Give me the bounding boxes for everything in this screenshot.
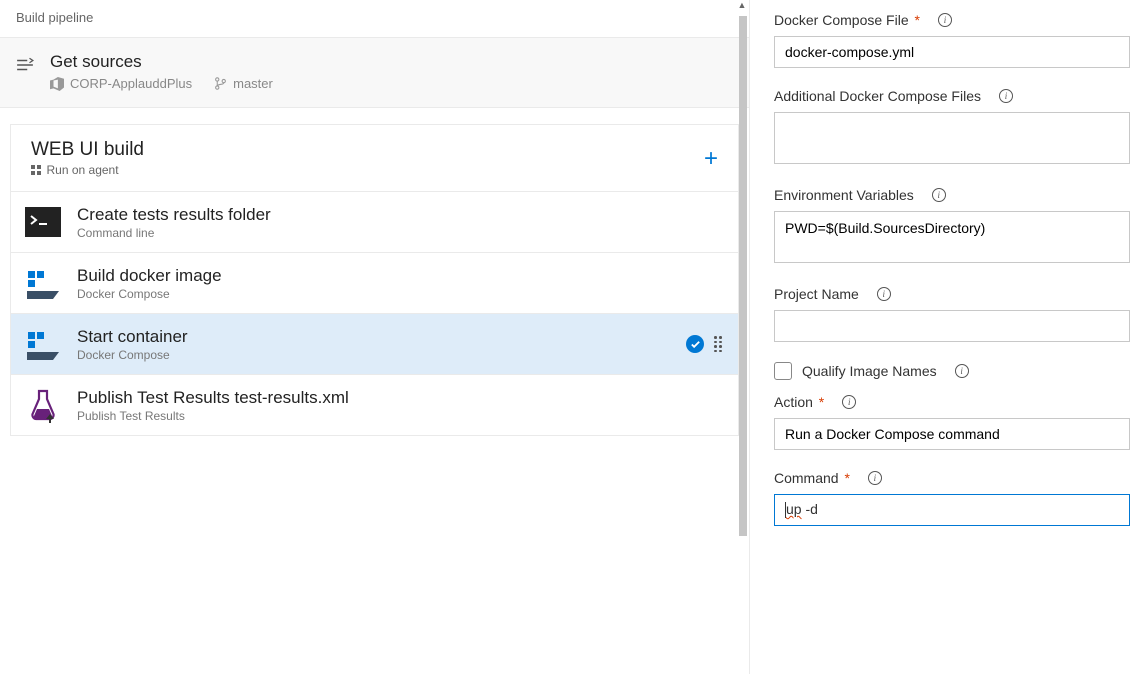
task-sub: Docker Compose — [77, 287, 724, 301]
task-start-container[interactable]: Start container Docker Compose — [11, 314, 738, 375]
add-task-button[interactable]: + — [704, 139, 718, 173]
task-sub: Command line — [77, 226, 724, 240]
scroll-thumb[interactable] — [739, 16, 747, 536]
drag-handle-icon[interactable] — [714, 336, 724, 352]
agent-icon — [31, 165, 41, 175]
pipeline-header: Build pipeline — [0, 0, 749, 38]
additional-files-label: Additional Docker Compose Files i — [774, 88, 1130, 104]
vso-icon — [50, 77, 64, 91]
scroll-up-icon[interactable]: ▲ — [735, 0, 749, 14]
agent-sub: Run on agent — [31, 163, 144, 177]
branch-name: master — [233, 76, 273, 91]
docker-compose-file-input[interactable] — [774, 36, 1130, 68]
task-selected-check-icon — [686, 335, 704, 353]
sources-title: Get sources — [50, 52, 273, 72]
task-details-panel: Docker Compose File * i Additional Docke… — [750, 0, 1130, 674]
task-sub: Docker Compose — [77, 348, 686, 362]
project-name-label: Project Name i — [774, 286, 1130, 302]
task-title: Build docker image — [77, 266, 724, 286]
branch-meta: master — [214, 76, 273, 91]
additional-files-input[interactable] — [774, 112, 1130, 164]
get-sources-row[interactable]: Get sources CORP-ApplauddPlus master — [0, 38, 749, 108]
info-icon[interactable]: i — [999, 89, 1013, 103]
task-build-docker-image[interactable]: Build docker image Docker Compose — [11, 253, 738, 314]
info-icon[interactable]: i — [932, 188, 946, 202]
qualify-image-names-checkbox[interactable] — [774, 362, 792, 380]
task-list: Create tests results folder Command line… — [10, 192, 739, 436]
branch-icon — [214, 77, 227, 90]
info-icon[interactable]: i — [938, 13, 952, 27]
repo-meta: CORP-ApplauddPlus — [50, 76, 192, 91]
env-vars-input[interactable] — [774, 211, 1130, 263]
task-title: Start container — [77, 327, 686, 347]
task-title: Publish Test Results test-results.xml — [77, 388, 724, 408]
qualify-image-names-label: Qualify Image Names — [802, 363, 937, 379]
docker-compose-file-label: Docker Compose File * i — [774, 12, 1130, 28]
task-publish-test-results[interactable]: Publish Test Results test-results.xml Pu… — [11, 375, 738, 436]
repo-name: CORP-ApplauddPlus — [70, 76, 192, 91]
terminal-icon — [25, 204, 61, 240]
docker-compose-icon — [25, 265, 61, 301]
project-name-input[interactable] — [774, 310, 1130, 342]
task-create-tests-folder[interactable]: Create tests results folder Command line — [11, 192, 738, 253]
command-input[interactable] — [774, 494, 1130, 526]
env-vars-label: Environment Variables i — [774, 187, 1130, 203]
scrollbar[interactable]: ▲ — [735, 0, 749, 674]
docker-compose-icon — [25, 326, 61, 362]
info-icon[interactable]: i — [955, 364, 969, 378]
info-icon[interactable]: i — [868, 471, 882, 485]
pipeline-panel: Build pipeline Get sources CORP-Applaudd… — [0, 0, 750, 674]
action-label: Action * i — [774, 394, 1130, 410]
command-label: Command * i — [774, 470, 1130, 486]
pipeline-title: Build pipeline — [16, 10, 93, 25]
publish-results-icon — [25, 387, 61, 423]
action-input[interactable] — [774, 418, 1130, 450]
sources-icon — [16, 52, 38, 77]
info-icon[interactable]: i — [842, 395, 856, 409]
task-title: Create tests results folder — [77, 205, 724, 225]
agent-phase-row[interactable]: WEB UI build Run on agent + — [10, 124, 739, 192]
agent-title: WEB UI build — [31, 139, 144, 161]
task-sub: Publish Test Results — [77, 409, 724, 423]
info-icon[interactable]: i — [877, 287, 891, 301]
